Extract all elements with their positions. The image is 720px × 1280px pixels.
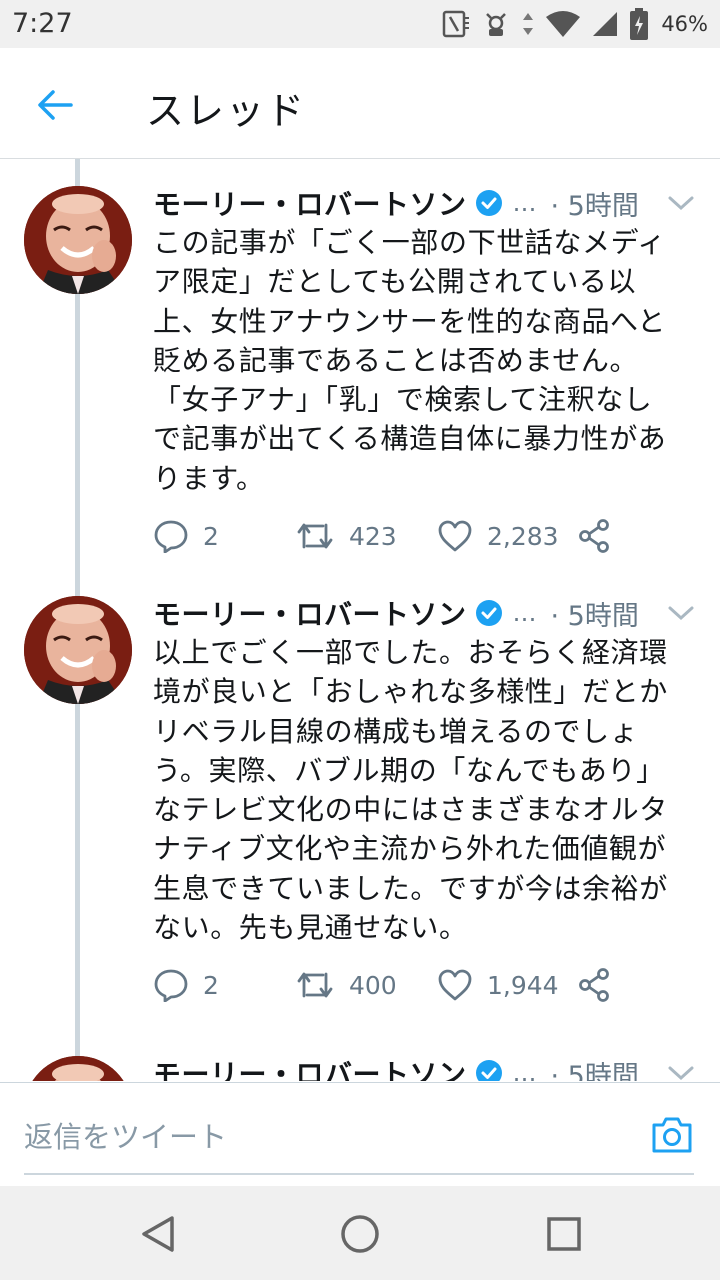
wifi-icon [546, 11, 581, 37]
author-name[interactable]: モーリー・ロバートソン [153, 183, 467, 223]
camera-button[interactable] [650, 1113, 694, 1157]
tweet[interactable]: モーリー・ロバートソン … · 5時間 この記事が「ごく一部の下世話なメディ ア… [0, 159, 720, 569]
verified-badge-icon [475, 1060, 502, 1081]
status-time: 7:27 [12, 8, 73, 39]
tweet-header: モーリー・ロバートソン … · 5時間 [153, 1051, 713, 1081]
tweet-time[interactable]: · 5時間 [551, 594, 639, 633]
reply-input[interactable] [24, 1101, 694, 1175]
nav-recents-button[interactable] [540, 1210, 588, 1258]
chevron-down-icon[interactable] [663, 187, 699, 219]
retweet-icon [297, 523, 333, 549]
share-button[interactable] [577, 513, 611, 559]
thread-list[interactable]: モーリー・ロバートソン … · 5時間 この記事が「ごく一部の下世話なメディ ア… [0, 159, 720, 1081]
tweet-actions: 2 423 2,283 [153, 513, 633, 559]
retweet-button[interactable]: 423 [295, 513, 397, 559]
tweet-text: この記事が「ごく一部の下世話なメディ ア限定」だとしても公開されている以 上、女… [153, 226, 667, 495]
nav-back-button[interactable] [134, 1210, 182, 1258]
author-name[interactable]: モーリー・ロバートソン [153, 593, 467, 633]
name-ellipsis: … [512, 1059, 537, 1081]
status-bar: 7:27 46% [0, 0, 720, 48]
avatar[interactable] [24, 1056, 132, 1081]
chevron-down-icon[interactable] [663, 597, 699, 629]
nav-home-button[interactable] [336, 1210, 384, 1258]
retweet-button[interactable]: 400 [295, 962, 397, 1008]
tweet-time[interactable]: · 5時間 [551, 184, 639, 223]
name-ellipsis: … [512, 189, 537, 217]
tweet-header: モーリー・ロバートソン … · 5時間 [153, 181, 713, 225]
tweet-header: モーリー・ロバートソン … · 5時間 [153, 591, 713, 635]
reply-button[interactable]: 2 [153, 513, 219, 559]
arrow-left-icon [38, 90, 73, 120]
reply-count: 2 [203, 970, 219, 1000]
tweet-actions: 2 400 1,944 [153, 962, 633, 1008]
share-icon [579, 519, 609, 553]
retweet-icon [297, 972, 333, 998]
like-button[interactable]: 1,944 [437, 962, 559, 1008]
verified-badge-icon [475, 600, 502, 626]
author-name[interactable]: モーリー・ロバートソン [153, 1053, 467, 1081]
back-button[interactable] [28, 78, 82, 132]
chevron-down-icon[interactable] [663, 1057, 699, 1081]
battery-percent: 46% [661, 12, 708, 36]
system-nav-bar [0, 1186, 720, 1280]
page-title: スレッド [146, 89, 307, 133]
alarm-icon [486, 13, 507, 36]
like-button[interactable]: 2,283 [437, 513, 559, 559]
nfc-icon [443, 10, 470, 38]
avatar[interactable] [24, 596, 132, 704]
reply-button[interactable]: 2 [153, 962, 219, 1008]
avatar[interactable] [24, 186, 132, 294]
data-arrows-icon [523, 13, 534, 35]
reply-bar [0, 1082, 720, 1187]
like-count: 1,944 [487, 970, 559, 1000]
tweet-text: 以上でごく一部でした。おそらく経済環 境が良いと「おしゃれな多様性」だとか リベ… [153, 636, 668, 945]
tweet[interactable]: モーリー・ロバートソン … · 5時間 [0, 1029, 720, 1081]
heart-icon [438, 520, 472, 552]
square-recents-icon [547, 1217, 581, 1251]
triangle-back-icon [142, 1216, 174, 1252]
circle-home-icon [341, 1215, 379, 1253]
status-icons: 46% [441, 6, 708, 42]
battery-icon [630, 8, 649, 40]
share-button[interactable] [577, 962, 611, 1008]
heart-icon [438, 969, 472, 1001]
name-ellipsis: … [512, 599, 537, 627]
retweet-count: 400 [349, 970, 397, 1000]
reply-count: 2 [203, 521, 219, 551]
share-icon [579, 968, 609, 1002]
tweet[interactable]: モーリー・ロバートソン … · 5時間 以上でごく一部でした。おそらく経済環 境… [0, 569, 720, 1029]
app-bar: スレッド [0, 48, 720, 159]
speech-bubble-icon [154, 520, 188, 553]
verified-badge-icon [475, 190, 502, 216]
cell-signal-icon [593, 12, 618, 36]
camera-icon [652, 1117, 692, 1153]
like-count: 2,283 [487, 521, 559, 551]
speech-bubble-icon [154, 969, 188, 1002]
tweet-time[interactable]: · 5時間 [551, 1054, 639, 1082]
retweet-count: 423 [349, 521, 397, 551]
